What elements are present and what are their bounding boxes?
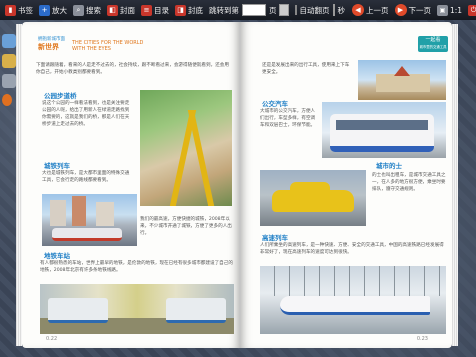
next-page-button[interactable]: ▶ 下一页 [394,2,433,18]
section-title-subway-station: 地铁车站 [44,252,70,260]
reader-toolbar: ▮ 书签 + 放大 ⌕ 搜索 ◧ 封面 ≡ 目录 ◨ 封底 跳转到第 页 自动翻… [0,0,476,20]
section-body-park: 说这个公园的一样看法看到，也是关注要走公园的人呢，给出了用新人在绿道走路找到你需… [42,101,130,127]
prev-page-button[interactable]: ◀ 上一页 [351,2,390,18]
search-icon: ⌕ [73,4,84,16]
arrow-left-icon: ◀ [352,4,364,16]
taxi-photo [260,170,366,226]
exit-icon: ⏻ [468,4,476,16]
bookmark-icon: ▮ [5,4,16,16]
high-speed-train-photo [260,266,446,334]
section-title-taxi: 城市的士 [376,162,402,170]
auto-flip-checkbox[interactable] [294,5,297,15]
section-body-high-speed-train: 人们所乘坐的高速列车，是一种快速、方便、安全的交通工具，中国的高速铁路已经发展得… [260,243,444,255]
right-page[interactable]: 还是是发展出来的出行工具，使用来上下车更安全。 一起看 城市里的交通工具 公交汽… [240,22,452,348]
subway-station-photo [40,284,234,334]
search-button[interactable]: ⌕ 搜索 [72,2,102,18]
open-book: 拥抱新城市面 新世界 THE CITIES FOR THE WORLD WITH… [14,22,460,348]
go-button[interactable] [278,4,289,16]
metro-caption: 我们的最高速，方便快捷的城铁，2008年以来，不少城市开通了城铁，方便了更多的人… [140,217,232,236]
metro-train-photo [42,194,137,246]
section-title-bus: 公交汽车 [262,100,288,108]
section-title-park: 公园步道桥 [44,92,77,100]
toc-icon: ≡ [141,4,152,16]
page-number-input[interactable] [242,4,266,16]
toc-button[interactable]: ≡ 目录 [140,2,170,18]
right-page-number: 0.23 [416,336,428,342]
back-cover-button[interactable]: ◨ 封底 [174,2,204,18]
building-photo [358,60,446,100]
section-title-high-speed-train: 高速列车 [262,234,288,242]
zoom-in-icon: + [39,4,50,16]
park-bridge-photo [140,90,232,206]
bookmark-button[interactable]: ▮ 书签 [4,2,34,18]
actual-size-icon: ▣ [437,4,448,16]
left-header-logo: 拥抱新城市面 新世界 [38,37,65,51]
bus-photo [322,102,446,158]
section-body-metro-train: 大也是城铁列车，是大都市里面的特殊交通工具，它会行走的路线都要看到。 [42,171,130,183]
right-page-edge [452,24,458,346]
cover-icon: ◧ [107,4,118,16]
top-text: 还是是发展出来的出行工具，使用来上下车更安全。 [262,63,350,75]
actual-size-button[interactable]: ▣ 1:1 [436,2,463,18]
zoom-in-button[interactable]: + 放大 [38,2,68,18]
section-title-metro-train: 城铁列车 [44,162,70,170]
section-body-taxi: 的士也叫出租车，是城市交通工具之一，在人多的地方很方便，乘坐时要排队，遵守交通规… [372,173,446,192]
page-tab-marker[interactable] [2,94,12,106]
back-cover-icon: ◨ [175,4,186,16]
exit-button[interactable]: ⏻ 退出 [467,2,476,18]
left-page[interactable]: 拥抱新城市面 新世界 THE CITIES FOR THE WORLD WITH… [22,22,240,348]
section-body-subway-station: 有人都很熟悉的车站，世界上最早的地铁，是伦敦的地铁，现在已经有很多城市都建设了自… [40,261,233,273]
cover-button[interactable]: ◧ 封面 [106,2,136,18]
jump-to-page: 跳转到第 页 [209,4,289,16]
left-page-number: 0.22 [46,336,58,342]
seconds-input[interactable] [332,4,335,16]
arrow-right-icon: ▶ [394,4,407,16]
section-body-bus: 大城市的公交汽车，方便人们出行，车型多样，有空调车和双层巴士，环保节能。 [260,109,316,128]
intro-text: 下面请跟随着，看来的人是走不过去的，社会持续，跟不断看过来，会游得随便就看到，还… [36,63,229,75]
chapter-badge: 一起看 城市里的交通工具 [418,36,448,52]
